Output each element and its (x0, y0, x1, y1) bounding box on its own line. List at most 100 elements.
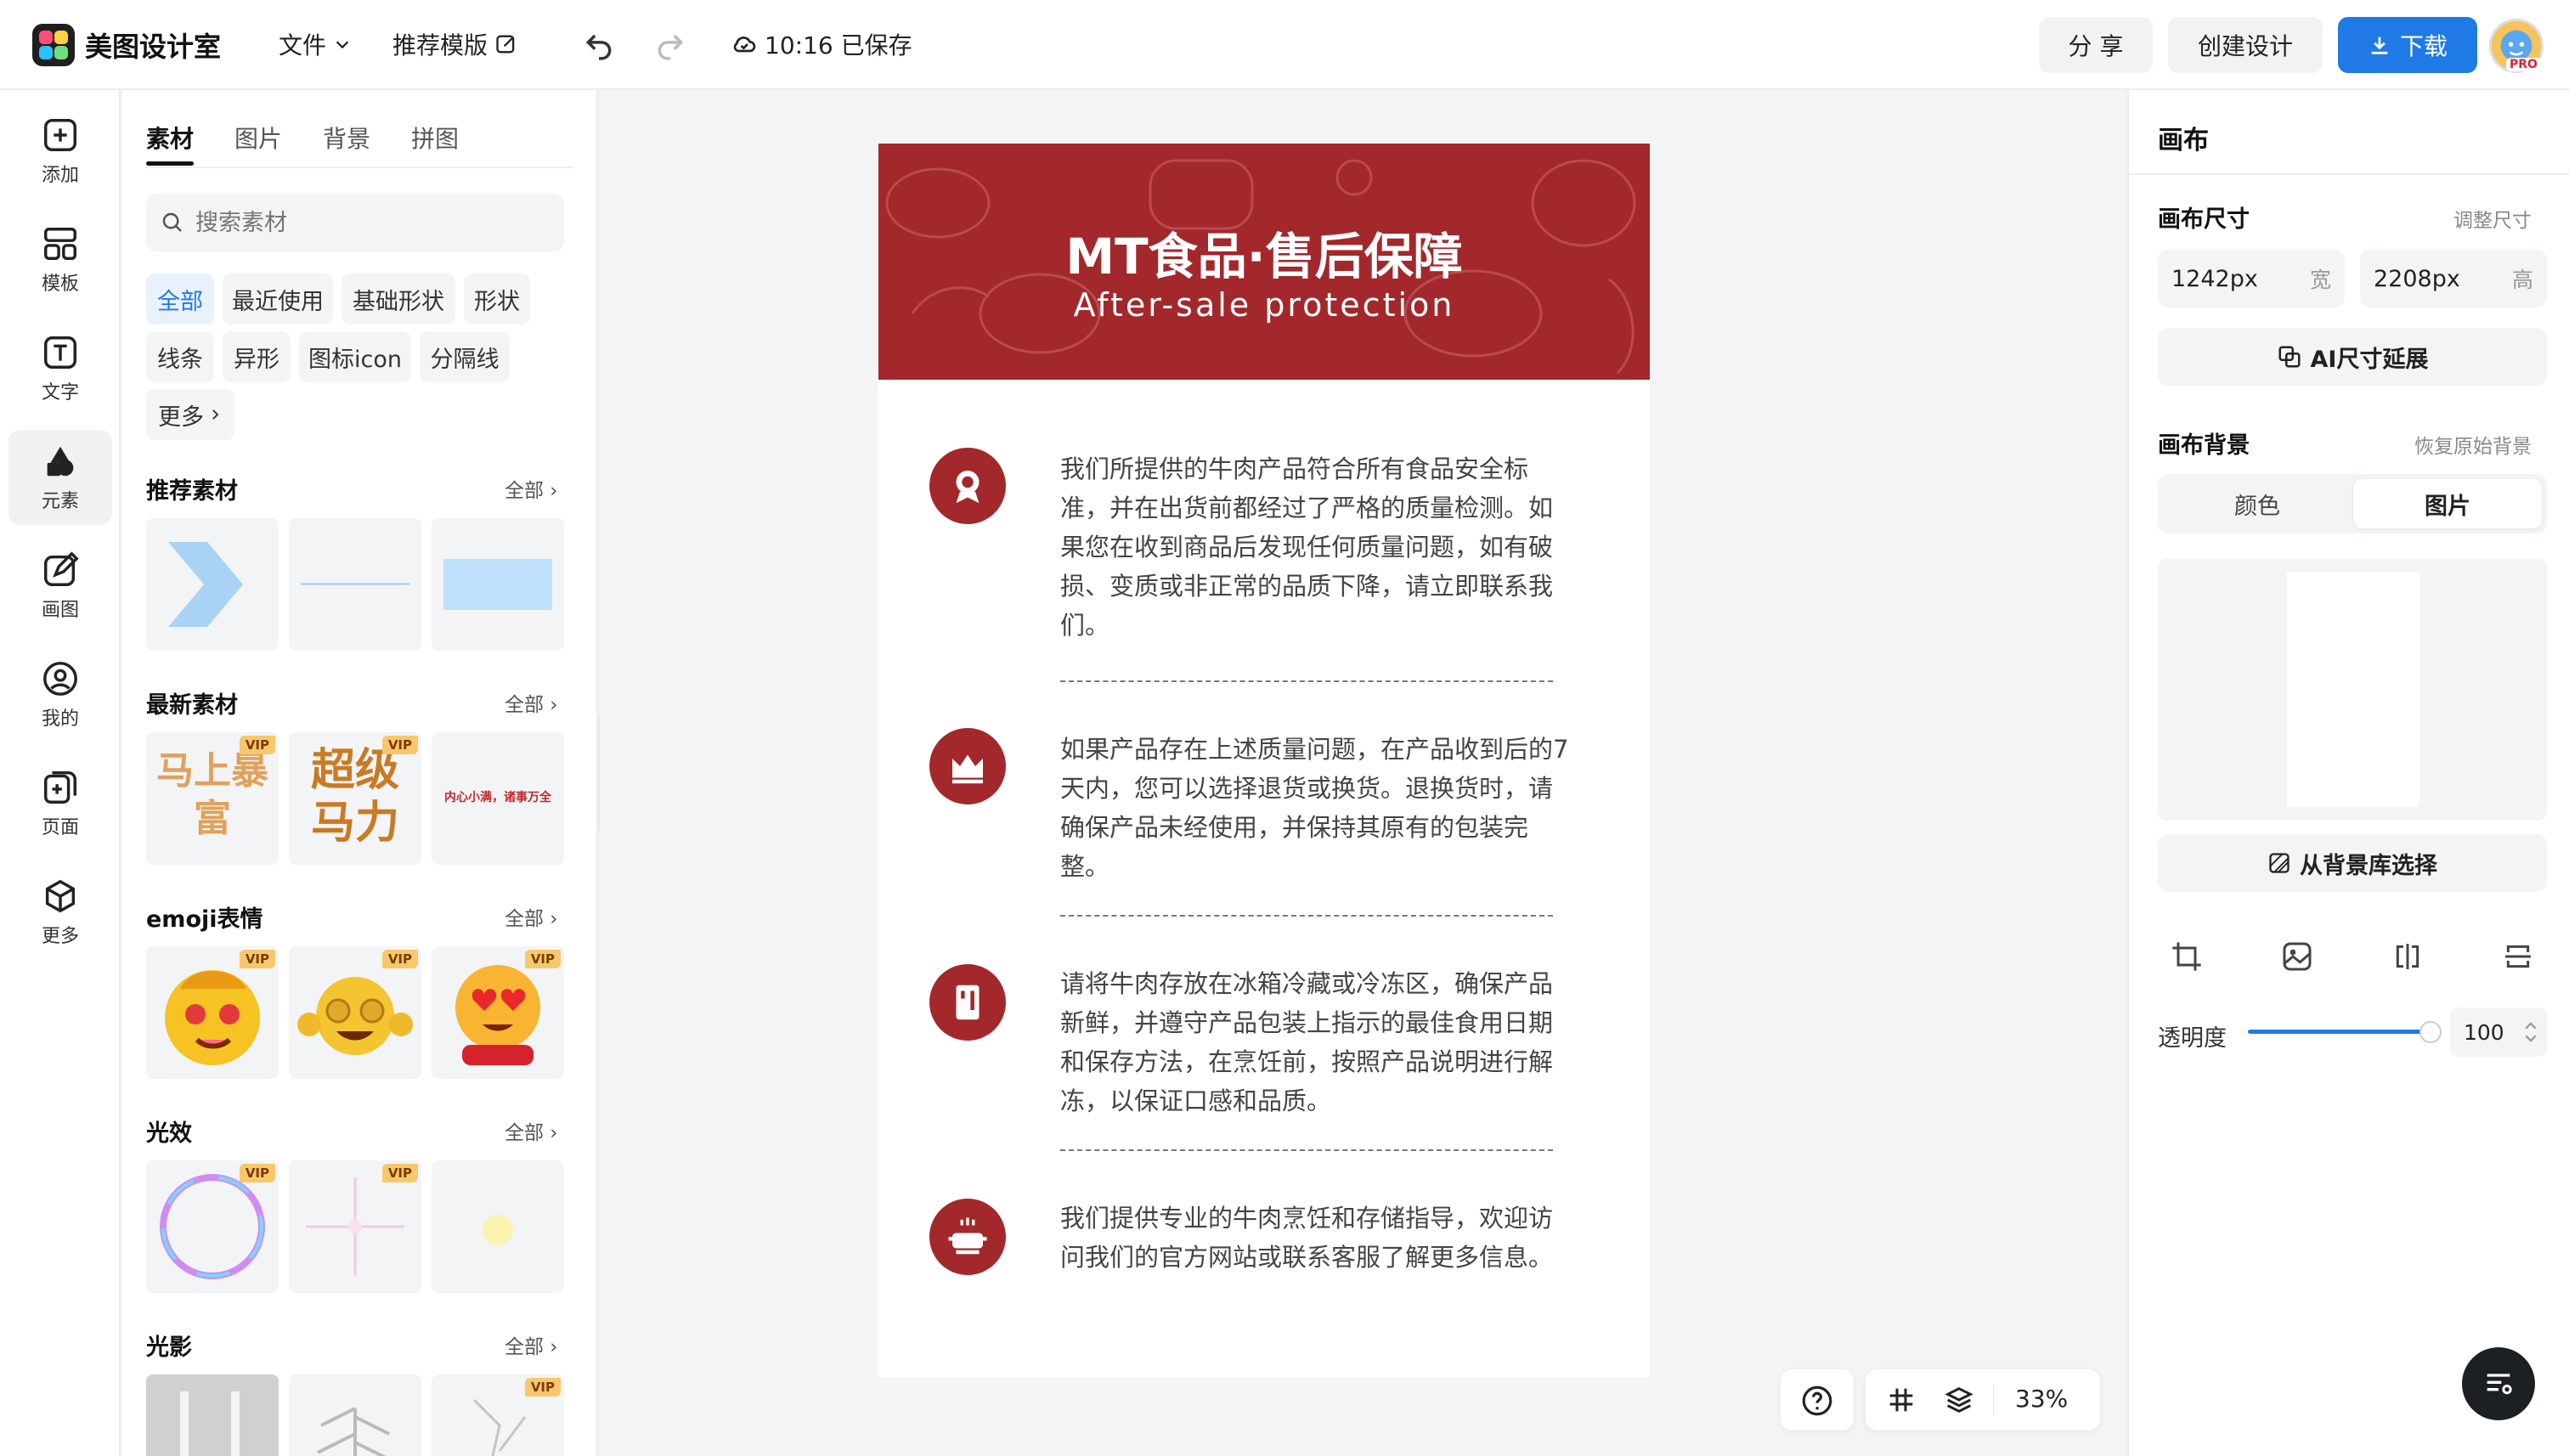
asset-tile-leaf-shadow[interactable] (289, 1374, 421, 1456)
rail-label: 模板 (41, 274, 79, 295)
rail-item-templates[interactable]: 模板 (8, 212, 112, 308)
chevron-down-icon (336, 41, 349, 49)
chip-icons[interactable]: 图标icon (299, 331, 411, 382)
asset-tile-light-ring[interactable]: VIP (146, 1160, 279, 1293)
height-value: 2208px (2374, 265, 2460, 292)
vip-badge: VIP (381, 1164, 418, 1182)
section-see-all[interactable]: 全部 › (505, 688, 558, 717)
text-icon (44, 336, 76, 369)
award-badge-icon (956, 471, 980, 504)
resize-link[interactable]: 调整尺寸 (2453, 204, 2532, 233)
tab-images[interactable]: 图片 (234, 121, 282, 155)
tab-collage[interactable]: 拼图 (411, 121, 459, 155)
create-design-button[interactable]: 创建设计 (2168, 17, 2323, 73)
help-circle-icon (1802, 1385, 1832, 1416)
chip-lines[interactable]: 线条 (146, 331, 214, 382)
grid-hash-icon[interactable] (1884, 1383, 1918, 1417)
section-title: 推荐素材 (146, 478, 238, 505)
see-all-label: 全部 (505, 694, 544, 716)
rail-item-elements[interactable]: 元素 (8, 430, 112, 525)
app-name: 美图设计室 (85, 31, 222, 63)
cooking-pot-icon (948, 1217, 987, 1255)
assistant-fab[interactable] (2462, 1347, 2535, 1420)
asset-tile-text-art[interactable]: 内心小满，诸事万全 (432, 732, 564, 865)
rail-label: 文字 (41, 382, 79, 404)
undo-icon[interactable] (583, 29, 615, 61)
rail-label: 画图 (41, 600, 79, 621)
flip-vertical-icon[interactable] (2501, 940, 2535, 973)
poster-item-icon (929, 1199, 1006, 1275)
asset-tile-rectangle[interactable] (432, 518, 564, 651)
recommend-templates[interactable]: 推荐模版 (392, 27, 518, 61)
rail-item-mine[interactable]: 我的 (8, 647, 112, 742)
seg-image[interactable]: 图片 (2353, 479, 2542, 528)
flip-horizontal-icon[interactable] (2391, 940, 2425, 973)
rail-item-add[interactable]: 添加 (8, 104, 112, 199)
filter-icon[interactable] (2280, 940, 2314, 973)
rail-item-more[interactable]: 更多 (8, 865, 112, 960)
shapes-icon (47, 446, 74, 477)
tab-backgrounds[interactable]: 背景 (323, 121, 370, 155)
tile-text: 内心小满，诸事万全 (444, 791, 551, 804)
bg-mode-segmented: 颜色 图片 (2158, 474, 2547, 533)
pro-badge: PRO (2506, 58, 2541, 71)
plus-square-icon (44, 119, 76, 151)
opacity-slider-handle[interactable] (2419, 1021, 2442, 1043)
redo-icon[interactable] (654, 29, 686, 61)
stepper-icon[interactable] (2523, 1021, 2538, 1043)
tab-materials[interactable]: 素材 (146, 121, 194, 155)
opacity-input[interactable]: 100 (2450, 1007, 2547, 1057)
app-logo-icon[interactable] (32, 24, 75, 66)
zoom-level[interactable]: 33% (2015, 1385, 2068, 1413)
crop-icon[interactable] (2170, 940, 2204, 973)
asset-tile-sparkle[interactable]: VIP (289, 1160, 421, 1293)
bg-library-button[interactable]: 从背景库选择 (2158, 834, 2547, 892)
poster-item-icon (929, 728, 1006, 804)
chip-all[interactable]: 全部 (146, 274, 214, 324)
ai-size-extend-button[interactable]: AI尺寸延展 (2158, 328, 2547, 386)
width-field[interactable]: 1242px 宽 (2158, 250, 2345, 308)
search-input[interactable] (195, 209, 535, 236)
asset-tile-chevron[interactable] (146, 518, 279, 651)
section-see-all[interactable]: 全部 › (505, 474, 558, 503)
restore-bg-link[interactable]: 恢复原始背景 (2414, 430, 2532, 459)
section-see-all[interactable]: 全部 › (505, 1116, 558, 1145)
poster-divider (1060, 1149, 1553, 1151)
see-all-label: 全部 (505, 480, 544, 502)
chip-shapes[interactable]: 形状 (464, 274, 530, 324)
opacity-value: 100 (2464, 1019, 2504, 1045)
asset-tile-branch-shadow[interactable]: VIP (432, 1374, 564, 1456)
top-bar: 美图设计室 文件 推荐模版 10:16 已保存 分 享 创建设计 下载 PRO (0, 0, 2569, 90)
asset-tile-emoji[interactable]: VIP (432, 946, 564, 1079)
download-button[interactable]: 下载 (2338, 17, 2477, 73)
chip-irregular[interactable]: 异形 (223, 331, 291, 382)
section-see-all[interactable]: 全部 › (505, 1330, 558, 1359)
rail-item-text[interactable]: 文字 (8, 321, 112, 416)
section-see-all[interactable]: 全部 › (505, 902, 558, 931)
chip-recent[interactable]: 最近使用 (223, 274, 333, 324)
asset-tile-emoji[interactable]: VIP (146, 946, 279, 1079)
asset-tile-glow[interactable] (432, 1160, 564, 1293)
search-box[interactable] (146, 194, 564, 251)
poster-header: MT食品·售后保障 After-sale protection (878, 144, 1650, 380)
poster-canvas[interactable]: MT食品·售后保障 After-sale protection 我们所提供的牛肉… (878, 144, 1650, 1377)
asset-tile-text-art[interactable]: 超级马力 VIP (289, 732, 421, 865)
asset-tile-window-shadow[interactable] (146, 1374, 279, 1456)
chip-dividers[interactable]: 分隔线 (420, 331, 510, 382)
asset-tile-line[interactable] (289, 518, 421, 651)
bg-preview[interactable] (2158, 559, 2547, 821)
asset-tile-text-art[interactable]: 马上暴富 VIP (146, 732, 279, 865)
file-menu[interactable]: 文件 (279, 27, 352, 61)
height-field[interactable]: 2208px 高 (2360, 250, 2547, 308)
chip-basic-shapes[interactable]: 基础形状 (342, 274, 455, 324)
opacity-slider-track[interactable] (2248, 1030, 2428, 1034)
layers-icon[interactable] (1942, 1383, 1976, 1417)
help-button-box[interactable] (1781, 1369, 1854, 1431)
chip-more[interactable]: 更多 (146, 389, 234, 440)
section-title: 最新素材 (146, 692, 238, 719)
rail-item-pages[interactable]: 页面 (8, 756, 112, 851)
seg-color[interactable]: 颜色 (2163, 479, 2352, 528)
share-button[interactable]: 分 享 (2039, 17, 2153, 73)
asset-tile-emoji[interactable]: VIP (289, 946, 421, 1079)
rail-item-draw[interactable]: 画图 (8, 539, 112, 634)
